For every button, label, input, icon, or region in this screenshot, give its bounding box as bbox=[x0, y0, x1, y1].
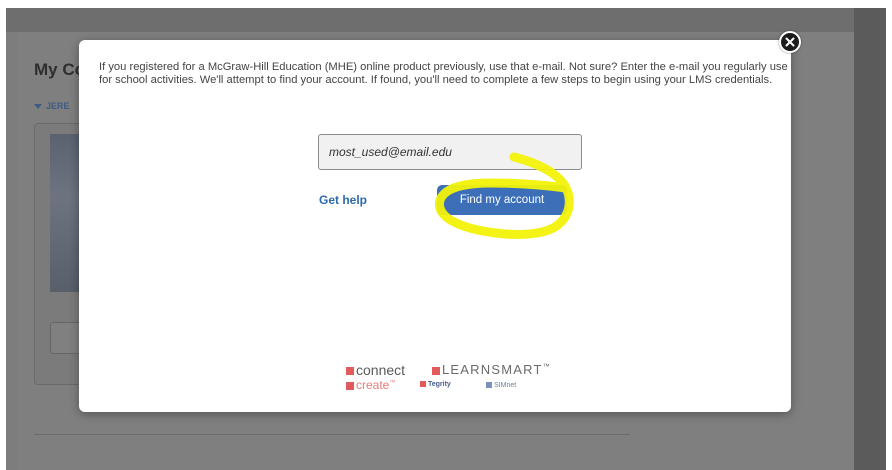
background-course-image bbox=[50, 134, 82, 292]
background-card-button bbox=[50, 322, 82, 354]
learnsmart-mark-icon bbox=[432, 366, 440, 375]
connect-logo: connect bbox=[346, 362, 405, 378]
account-lookup-modal: If you registered for a McGraw-Hill Educ… bbox=[79, 40, 791, 412]
modal-instructions: If you registered for a McGraw-Hill Educ… bbox=[99, 61, 788, 86]
get-help-link[interactable]: Get help bbox=[319, 193, 367, 207]
background-page-title: My Co bbox=[34, 60, 85, 79]
connect-mark-icon bbox=[346, 367, 354, 376]
tegrity-mark-icon bbox=[420, 381, 426, 388]
background-scroll-strip bbox=[854, 8, 886, 470]
background-top-bar bbox=[6, 8, 854, 32]
find-my-account-button[interactable]: Find my account bbox=[437, 185, 567, 215]
background-user-name: JERE bbox=[46, 101, 70, 111]
email-input[interactable] bbox=[318, 134, 582, 170]
simnet-mark-icon bbox=[486, 382, 492, 389]
product-logos: connect LEARNSMART™ create™ Tegrity SIMn… bbox=[346, 362, 576, 400]
caret-down-icon bbox=[34, 104, 42, 110]
create-mark-icon bbox=[346, 381, 354, 390]
simnet-logo: SIMnet bbox=[486, 382, 516, 389]
create-logo: create™ bbox=[346, 378, 395, 392]
close-icon bbox=[785, 37, 795, 47]
background-divider bbox=[34, 434, 630, 435]
tegrity-logo: Tegrity bbox=[420, 381, 451, 388]
background-user-toggle: JERE bbox=[34, 101, 70, 111]
modal-close-button[interactable] bbox=[779, 31, 801, 53]
learnsmart-logo: LEARNSMART™ bbox=[432, 362, 551, 377]
